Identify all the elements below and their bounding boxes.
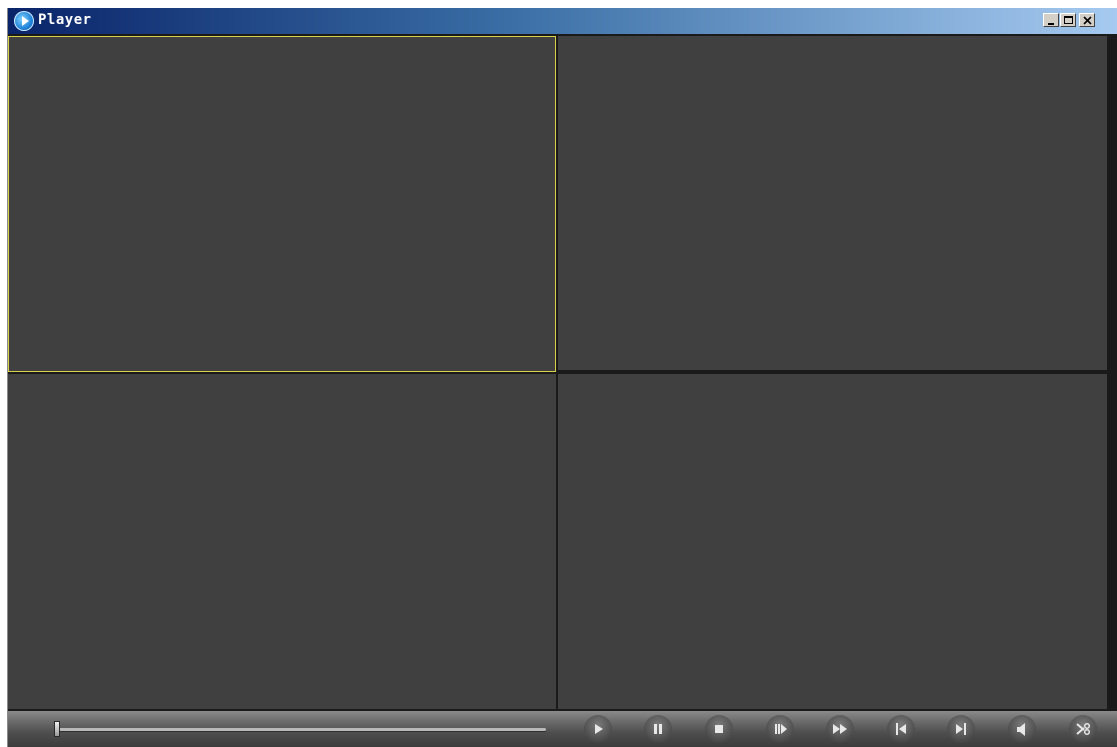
previous-icon <box>896 723 906 735</box>
volume-button[interactable] <box>1008 715 1036 743</box>
step-forward-button[interactable] <box>766 715 794 743</box>
clip-button[interactable] <box>1069 715 1097 743</box>
fast-forward-button[interactable] <box>826 715 854 743</box>
maximize-icon <box>1064 16 1073 24</box>
window-title: Player <box>38 12 92 28</box>
video-grid <box>8 36 1113 711</box>
previous-button[interactable] <box>887 715 915 743</box>
control-bar <box>8 711 1117 747</box>
next-icon <box>956 723 966 735</box>
title-bar[interactable]: Player <box>8 8 1117 34</box>
pause-icon <box>654 724 662 734</box>
clip-icon <box>1076 722 1091 736</box>
maximize-button[interactable] <box>1060 13 1076 27</box>
stop-icon <box>715 725 723 733</box>
video-pane-1[interactable] <box>8 36 556 372</box>
video-pane-4[interactable] <box>558 374 1107 709</box>
close-icon <box>1083 16 1092 25</box>
close-button[interactable] <box>1079 13 1095 27</box>
player-window: Player <box>7 8 1117 747</box>
volume-icon <box>1017 723 1025 736</box>
video-pane-3[interactable] <box>8 374 556 709</box>
next-button[interactable] <box>947 715 975 743</box>
progress-thumb[interactable] <box>54 721 60 737</box>
play-icon <box>595 724 603 734</box>
stop-button[interactable] <box>705 715 733 743</box>
progress-slider[interactable] <box>56 728 546 731</box>
minimize-button[interactable] <box>1043 13 1059 27</box>
player-app-icon <box>14 11 34 31</box>
pause-button[interactable] <box>644 715 672 743</box>
video-pane-2[interactable] <box>558 36 1107 370</box>
play-button[interactable] <box>584 715 612 743</box>
step-forward-icon <box>775 724 787 734</box>
minimize-icon <box>1048 23 1054 25</box>
fast-forward-icon <box>833 724 847 734</box>
